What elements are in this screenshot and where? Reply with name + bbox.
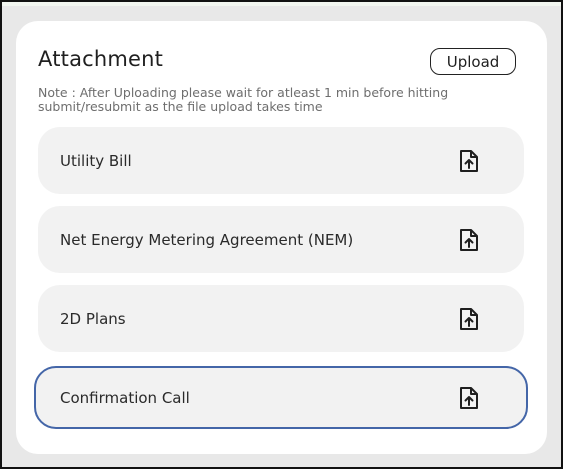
attachment-item-nem[interactable]: Net Energy Metering Agreement (NEM): [38, 206, 524, 273]
upload-note: Note : After Uploading please wait for a…: [38, 85, 449, 114]
file-upload-icon[interactable]: [458, 386, 480, 410]
attachment-item-label: Net Energy Metering Agreement (NEM): [60, 230, 354, 249]
file-upload-icon[interactable]: [458, 149, 480, 173]
attachment-title: Attachment: [38, 47, 164, 71]
attachment-item-2d-plans[interactable]: 2D Plans: [38, 285, 524, 352]
attachment-item-confirmation-call[interactable]: Confirmation Call: [34, 366, 528, 429]
attachment-item-label: 2D Plans: [60, 309, 126, 328]
attachment-item-utility-bill[interactable]: Utility Bill: [38, 127, 524, 194]
attachment-item-label: Confirmation Call: [60, 388, 190, 407]
file-upload-icon[interactable]: [458, 307, 480, 331]
file-upload-icon[interactable]: [458, 228, 480, 252]
upload-button[interactable]: Upload: [430, 48, 516, 75]
window-frame: Attachment Upload Note : After Uploading…: [0, 0, 563, 469]
attachment-card: Attachment Upload Note : After Uploading…: [16, 21, 547, 454]
attachment-item-label: Utility Bill: [60, 151, 132, 170]
top-strip: [2, 2, 561, 6]
